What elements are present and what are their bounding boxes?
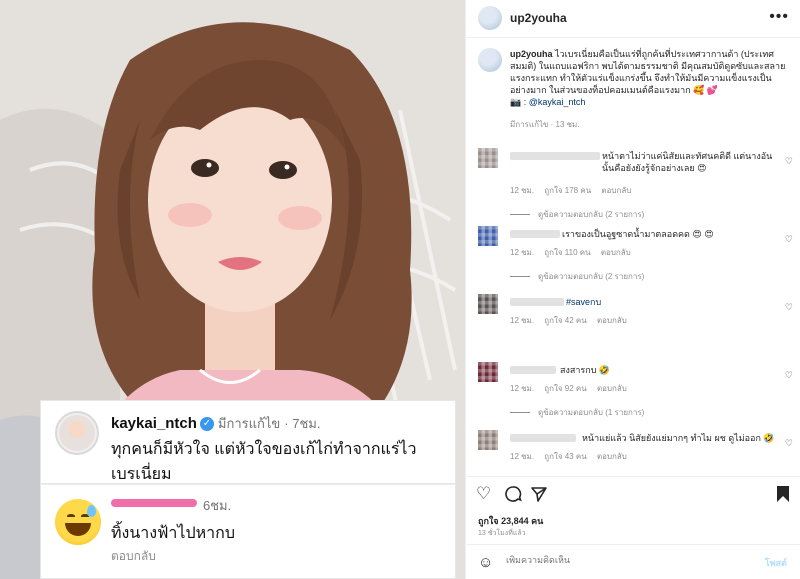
redacted-username: [111, 499, 197, 507]
view-replies-label: ดูข้อความตอบกลับ (1 รายการ): [538, 408, 645, 417]
comment-time: 12 ชม.: [510, 186, 535, 195]
caption-username[interactable]: up2youha: [510, 49, 553, 59]
comment-like-heart-icon[interactable]: ♡: [785, 438, 793, 449]
more-horizontal-icon[interactable]: •••: [769, 8, 789, 26]
comment-text: สงสารกบ 🤣: [560, 365, 611, 375]
redacted-username[interactable]: [510, 230, 560, 238]
overlay-reply-text: ทิ้งนางฟ้าไปหากบ: [111, 525, 235, 542]
comment-likes[interactable]: ถูกใจ 110 คน: [544, 248, 590, 257]
comment-time: 12 ชม.: [510, 248, 535, 257]
comment-text: เราของเป็นอูฐซาดน้ำมาตลอดคด 😍 😍: [562, 229, 714, 239]
overlay-caption-card: kaykai_ntch ✓ มีการแก้ไข · 7ชม. ทุกคนก็มีหั…: [40, 400, 456, 484]
view-replies-label: ดูข้อความตอบกลับ (2 รายการ): [538, 272, 645, 281]
post-side-panel: up2youha ••• up2youha ไวเบรเนี่ยมคือเป็น…: [465, 0, 800, 579]
avatar[interactable]: [478, 294, 498, 314]
post-comment-button[interactable]: โพสต์: [765, 556, 787, 570]
view-replies-label: ดูข้อความตอบกลับ (2 รายการ): [538, 210, 645, 219]
avatar[interactable]: [478, 6, 502, 30]
bookmark-icon[interactable]: [775, 485, 791, 507]
post-username[interactable]: up2youha: [510, 11, 567, 25]
redacted-username[interactable]: [510, 152, 600, 160]
comment-likes[interactable]: ถูกใจ 178 คน: [544, 186, 591, 195]
overlay-time: · 7ชม.: [284, 416, 321, 431]
caption-credit: 📷 :: [510, 97, 529, 107]
verified-badge-icon: ✓: [199, 417, 214, 432]
comment-reply-button[interactable]: ตอบกลับ: [601, 248, 631, 257]
redacted-username[interactable]: [510, 366, 556, 374]
view-replies-link[interactable]: ดูข้อความตอบกลับ (2 รายการ): [510, 270, 644, 283]
avatar: [55, 411, 99, 455]
overlay-reply-time: 6ชม.: [203, 498, 232, 513]
avatar[interactable]: [478, 48, 502, 72]
comment-like-heart-icon[interactable]: ♡: [785, 302, 793, 313]
overlay-reply-card: 6ชม. ทิ้งนางฟ้าไปหากบ ตอบกลับ: [40, 484, 456, 579]
comment-like-heart-icon[interactable]: ♡: [785, 156, 793, 167]
comment-likes[interactable]: ถูกใจ 43 คน: [544, 452, 586, 461]
caption-mention-link[interactable]: @kaykai_ntch: [529, 97, 586, 107]
caption-meta: มีการแก้ไข · 13 ชม.: [510, 120, 580, 129]
comment-reply-button[interactable]: ตอบกลับ: [601, 186, 631, 195]
comment-icon[interactable]: [504, 485, 522, 507]
emoji-picker-icon[interactable]: ☺: [478, 554, 493, 571]
comment-reply-button[interactable]: ตอบกลับ: [597, 384, 627, 393]
comment-reply-button[interactable]: ตอบกลับ: [597, 316, 627, 325]
heart-icon[interactable]: ♡: [476, 485, 491, 503]
comment-time: 12 ชม.: [510, 316, 535, 325]
redacted-username[interactable]: [510, 434, 576, 442]
comment-like-heart-icon[interactable]: ♡: [785, 234, 793, 245]
redacted-username[interactable]: [510, 298, 564, 306]
comment-likes[interactable]: ถูกใจ 42 คน: [544, 316, 586, 325]
view-replies-link[interactable]: ดูข้อความตอบกลับ (1 รายการ): [510, 406, 644, 419]
post-header: up2youha •••: [466, 0, 800, 38]
add-comment-bar: ☺ โพสต์: [466, 544, 800, 579]
overlay-edited: มีการแก้ไข: [217, 416, 281, 431]
sweat-smile-emoji-icon: [55, 499, 101, 545]
overlay-caption-text: ทุกคนก็มีหัวใจ แต่หัวใจของเก้ไก่ทำจากแร่…: [111, 441, 417, 483]
comment-likes[interactable]: ถูกใจ 92 คน: [544, 384, 586, 393]
comment-time: 12 ชม.: [510, 384, 535, 393]
overlay-reply-button: ตอบกลับ: [111, 549, 156, 563]
view-replies-link[interactable]: ดูข้อความตอบกลับ (2 รายการ): [510, 208, 644, 221]
overlay-username: kaykai_ntch: [111, 415, 197, 432]
comment-time: 12 ชม.: [510, 452, 535, 461]
post-media[interactable]: kaykai_ntch ✓ มีการแก้ไข · 7ชม. ทุกคนก็มีหั…: [0, 0, 465, 579]
comment-hashtag-link[interactable]: #saveกบ: [566, 296, 766, 308]
comment-reply-button[interactable]: ตอบกลับ: [597, 452, 627, 461]
posted-time: 13 ชั่วโมงที่แล้ว: [478, 530, 526, 537]
avatar[interactable]: [478, 430, 498, 450]
comment-text: หน้าแย่แล้ว นิสัยยังแย่มากๆ ทำไม ผช ดูไม…: [582, 433, 775, 443]
comment-input[interactable]: [506, 555, 736, 565]
avatar[interactable]: [478, 226, 498, 246]
avatar[interactable]: [478, 148, 498, 168]
comment-text: หน้าตาไม่ว่าแค่นิสัยและทัศนคติดี แต่นางอ…: [602, 151, 773, 173]
avatar[interactable]: [478, 362, 498, 382]
post-actions: ♡: [466, 476, 800, 516]
likes-count[interactable]: ถูกใจ 23,844 คน: [478, 514, 543, 528]
send-icon[interactable]: [530, 485, 548, 507]
comment-like-heart-icon[interactable]: ♡: [785, 370, 793, 381]
